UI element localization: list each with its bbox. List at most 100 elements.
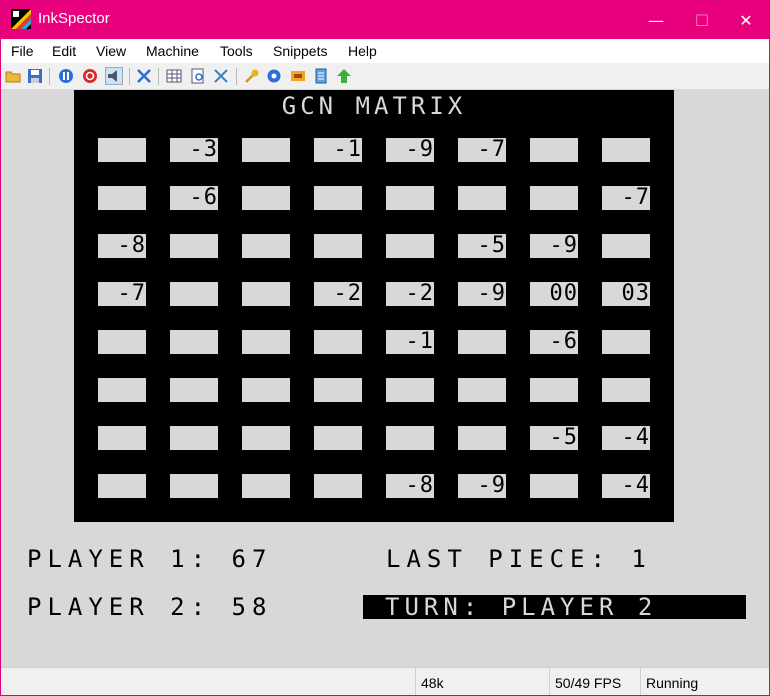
matrix-title: GCN MATRIX <box>281 92 467 120</box>
key-icon[interactable] <box>244 68 260 84</box>
matrix-cell <box>242 474 290 498</box>
matrix-cell <box>602 138 650 162</box>
memory-viewer-icon[interactable] <box>166 68 182 84</box>
matrix-cell <box>602 378 650 402</box>
matrix-cell: -1 <box>314 138 362 162</box>
matrix-cell: -5 <box>458 234 506 258</box>
matrix-cell <box>242 282 290 306</box>
matrix-cell <box>170 282 218 306</box>
matrix-cell <box>242 138 290 162</box>
matrix-cell <box>98 138 146 162</box>
matrix-cell: -7 <box>602 186 650 210</box>
stop-icon[interactable] <box>82 68 98 84</box>
matrix-cell: -2 <box>314 282 362 306</box>
title-bar[interactable]: InkSpector — ☐ ✕ <box>1 1 769 39</box>
matrix-cell: -9 <box>458 474 506 498</box>
maximize-button[interactable]: ☐ <box>679 1 725 39</box>
close-icon: ✕ <box>739 10 753 30</box>
matrix-cell: 03 <box>602 282 650 306</box>
matrix-cell <box>98 186 146 210</box>
menu-edit[interactable]: Edit <box>52 43 76 59</box>
menu-bar: File Edit View Machine Tools Snippets He… <box>1 39 769 63</box>
matrix-cell: -6 <box>530 330 578 354</box>
matrix-cell <box>170 426 218 450</box>
status-bar: 48k 50/49 FPS Running <box>1 667 769 695</box>
upload-arrow-icon[interactable] <box>336 68 352 84</box>
matrix-cell: -2 <box>386 282 434 306</box>
settings-gear-icon[interactable] <box>266 68 282 84</box>
status-state: Running <box>640 668 769 695</box>
matrix-cell <box>170 378 218 402</box>
matrix-cell <box>602 234 650 258</box>
inkspector-app-icon <box>11 9 31 29</box>
matrix-cell: -1 <box>386 330 434 354</box>
matrix-cell <box>386 378 434 402</box>
matrix-cell <box>602 330 650 354</box>
matrix-cell <box>242 234 290 258</box>
pause-icon[interactable] <box>58 68 74 84</box>
game-matrix: GCN MATRIX -3 -1 -9 -7 -6 -7 -8 -5 -9 -7 -2 -2 -9 00 0… <box>74 90 674 522</box>
matrix-cell: -4 <box>602 426 650 450</box>
player2-score: PLAYER 2: 58 <box>27 593 273 621</box>
menu-view[interactable]: View <box>96 43 126 59</box>
matrix-cell <box>170 234 218 258</box>
matrix-cell: -7 <box>98 282 146 306</box>
matrix-cell <box>314 474 362 498</box>
matrix-cell <box>314 426 362 450</box>
matrix-cell <box>314 378 362 402</box>
matrix-cell <box>530 186 578 210</box>
matrix-cell <box>98 378 146 402</box>
menu-machine[interactable]: Machine <box>146 43 199 59</box>
app-window: InkSpector — ☐ ✕ File Edit View Machine … <box>0 0 770 696</box>
last-piece: LAST PIECE: 1 <box>386 545 652 573</box>
matrix-cell <box>314 234 362 258</box>
matrix-cell <box>530 378 578 402</box>
close-button[interactable]: ✕ <box>723 1 769 39</box>
status-fps: 50/49 FPS <box>549 668 640 695</box>
matrix-cell: -5 <box>530 426 578 450</box>
matrix-cell <box>530 138 578 162</box>
matrix-cell: -4 <box>602 474 650 498</box>
player1-score: PLAYER 1: 67 <box>27 545 273 573</box>
menu-tools[interactable]: Tools <box>220 43 253 59</box>
matrix-cell <box>458 186 506 210</box>
matrix-cell: -7 <box>458 138 506 162</box>
minimize-button[interactable]: — <box>633 1 679 39</box>
menu-file[interactable]: File <box>11 43 34 59</box>
open-folder-icon[interactable] <box>5 68 21 84</box>
matrix-cell: -9 <box>458 282 506 306</box>
matrix-cell <box>458 426 506 450</box>
turn-indicator: TURN: PLAYER 2 <box>363 595 746 619</box>
maximize-icon: ☐ <box>694 10 710 30</box>
fullscreen-icon[interactable] <box>136 68 152 84</box>
matrix-cell: -9 <box>386 138 434 162</box>
matrix-cell <box>98 330 146 354</box>
script-icon[interactable] <box>313 68 329 84</box>
minimize-icon: — <box>648 10 664 30</box>
matrix-cell <box>458 378 506 402</box>
matrix-cell: -9 <box>530 234 578 258</box>
tape-icon[interactable] <box>290 68 306 84</box>
save-icon[interactable] <box>27 68 43 84</box>
matrix-cell <box>242 426 290 450</box>
menu-snippets[interactable]: Snippets <box>273 43 327 59</box>
toolbar <box>1 63 769 89</box>
matrix-cell <box>98 474 146 498</box>
matrix-cell: 00 <box>530 282 578 306</box>
matrix-cell: -3 <box>170 138 218 162</box>
debug-tools-icon[interactable] <box>213 68 229 84</box>
disassembler-icon[interactable] <box>190 68 206 84</box>
matrix-cell <box>242 378 290 402</box>
emulator-screen[interactable]: GCN MATRIX -3 -1 -9 -7 -6 -7 -8 -5 -9 -7 -2 -2 -9 00 0… <box>1 89 769 667</box>
menu-help[interactable]: Help <box>348 43 377 59</box>
matrix-cell <box>314 186 362 210</box>
matrix-cell: -6 <box>170 186 218 210</box>
sound-icon[interactable] <box>105 67 123 85</box>
matrix-cell: -8 <box>386 474 434 498</box>
matrix-cell <box>242 186 290 210</box>
matrix-cell <box>170 474 218 498</box>
status-memory: 48k <box>415 668 549 695</box>
matrix-cell <box>242 330 290 354</box>
matrix-cell <box>458 330 506 354</box>
matrix-cell <box>98 426 146 450</box>
